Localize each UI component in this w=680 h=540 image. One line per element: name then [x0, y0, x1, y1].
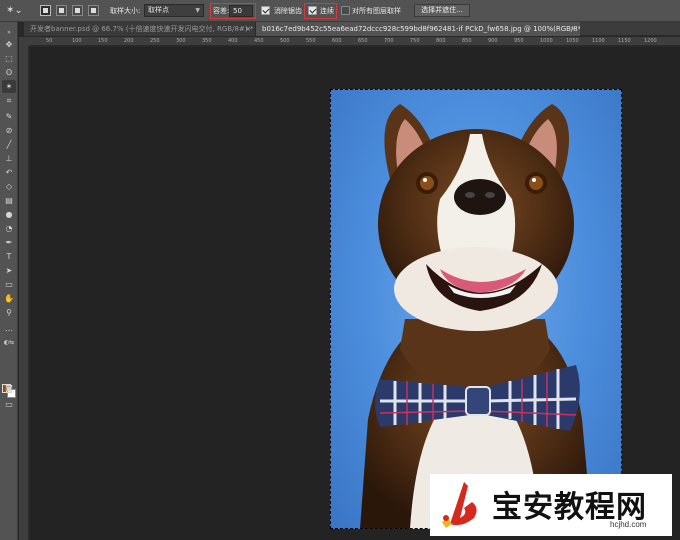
eraser-tool-icon[interactable]: ◇	[2, 180, 16, 193]
ruler-tick-label: 350	[202, 38, 212, 44]
ruler-tick-label: 650	[358, 38, 368, 44]
ruler-tick-label: 1150	[618, 38, 631, 44]
swap-colors-icon[interactable]: ◐⇆	[2, 336, 16, 349]
ruler-tick-label: 250	[150, 38, 160, 44]
chevron-down-icon: ▼	[195, 7, 200, 14]
ruler-tick-label: 500	[280, 38, 290, 44]
ruler-tick-label: 300	[176, 38, 186, 44]
dog-illustration	[360, 104, 592, 529]
ruler-tick-label: 550	[306, 38, 316, 44]
ruler-tick-label: 100	[72, 38, 82, 44]
ruler-tick-label: 1100	[592, 38, 605, 44]
options-bar: ✶⌄ 取样大小: 取样点 ▼ 容差: 50 消除锯齿 连续 对所有图层取样 选择…	[0, 0, 680, 22]
horizontal-ruler: 50 100 150 200 250 300 350 400 450 500 550 600 650 70…	[30, 37, 680, 46]
dog-photo[interactable]	[330, 89, 622, 529]
add-selection-button[interactable]	[56, 5, 67, 16]
quick-mask-icon[interactable]: ◙	[2, 382, 16, 395]
ruler-tick-label: 600	[332, 38, 342, 44]
contiguous-label: 连续	[320, 7, 334, 15]
type-tool-icon[interactable]: T	[2, 250, 16, 263]
new-selection-button[interactable]	[40, 5, 51, 16]
watermark-url: hcjhd.com	[610, 520, 647, 529]
sample-all-layers-label: 对所有图层取样	[352, 7, 401, 15]
ruler-tick-label: 150	[98, 38, 108, 44]
pen-tool-icon[interactable]: ✒	[2, 236, 16, 249]
marquee-tool-icon[interactable]: ⬚	[2, 52, 16, 65]
antialias-label: 消除锯齿	[274, 7, 302, 15]
antialias-checkbox[interactable]	[261, 6, 270, 15]
stamp-tool-icon[interactable]: ⊥	[2, 152, 16, 165]
magic-wand-tool-icon[interactable]: ✶	[2, 80, 16, 93]
ruler-tick-label: 800	[436, 38, 446, 44]
sample-all-layers-checkbox[interactable]	[341, 6, 350, 15]
more-tools-icon[interactable]: …	[2, 322, 16, 335]
contiguous-checkbox[interactable]	[308, 6, 317, 15]
ruler-tick-label: 400	[228, 38, 238, 44]
ruler-tick-label: 200	[124, 38, 134, 44]
eyedropper-tool-icon[interactable]: ✎	[2, 110, 16, 123]
ruler-tick-label: 850	[462, 38, 472, 44]
document-tabs: 开发者banner.psd @ 66.7% (十倍速度快速开发闪电交付, RGB…	[24, 22, 680, 36]
watermark: 宝安教程网 hcjhd.com	[430, 474, 672, 536]
tools-panel: » ✥ ⬚ ʘ ✶ ⌗ ✎ ⊘ ╱ ⊥ ↶ ◇ ▤ ● ◔ ✒ T ➤ ▭ ✋ …	[0, 22, 18, 540]
history-brush-icon[interactable]: ↶	[2, 166, 16, 179]
crop-tool-icon[interactable]: ⌗	[2, 94, 16, 107]
site-logo	[442, 482, 477, 528]
select-and-mask-button[interactable]: 选择并遮住...	[414, 4, 470, 17]
ruler-tick-label: 1000	[540, 38, 553, 44]
brush-tool-icon[interactable]: ╱	[2, 138, 16, 151]
ruler-tick-label: 700	[384, 38, 394, 44]
zoom-tool-icon[interactable]: ⚲	[2, 306, 16, 319]
magic-wand-icon[interactable]: ✶⌄	[6, 4, 24, 18]
ruler-tick-label: 1200	[644, 38, 657, 44]
photoshop-window: ✶⌄ 取样大小: 取样点 ▼ 容差: 50 消除锯齿 连续 对所有图层取样 选择…	[0, 0, 680, 540]
close-icon[interactable]: ×	[245, 22, 251, 36]
lasso-tool-icon[interactable]: ʘ	[2, 66, 16, 79]
ruler-tick-label: 50	[46, 38, 53, 44]
ruler-tick-label: 750	[410, 38, 420, 44]
ruler-tick-label: 450	[254, 38, 264, 44]
tolerance-input[interactable]: 50	[229, 5, 253, 17]
gradient-tool-icon[interactable]: ▤	[2, 194, 16, 207]
rectangle-tool-icon[interactable]: ▭	[2, 278, 16, 291]
ruler-tick-label: 1050	[566, 38, 579, 44]
vertical-ruler	[19, 46, 29, 540]
ruler-tick-label: 900	[488, 38, 498, 44]
tolerance-label: 容差:	[213, 7, 230, 15]
sample-size-select[interactable]: 取样点 ▼	[144, 4, 204, 17]
healing-brush-icon[interactable]: ⊘	[2, 124, 16, 137]
move-tool-icon[interactable]: ✥	[2, 38, 16, 51]
ruler-corner	[19, 37, 30, 46]
intersect-selection-button[interactable]	[88, 5, 99, 16]
ruler-tick-label: 950	[514, 38, 524, 44]
tab-banner-psd[interactable]: 开发者banner.psd @ 66.7% (十倍速度快速开发闪电交付, RGB…	[24, 22, 256, 36]
subtract-selection-button[interactable]	[72, 5, 83, 16]
hand-tool-icon[interactable]: ✋	[2, 292, 16, 305]
sample-size-label: 取样大小:	[110, 7, 141, 15]
blur-tool-icon[interactable]: ●	[2, 208, 16, 221]
path-select-icon[interactable]: ➤	[2, 264, 16, 277]
dodge-tool-icon[interactable]: ◔	[2, 222, 16, 235]
tab-dog-jpg[interactable]: b016c7ed9b452c55ea6ead72dccc928c599bd8f9…	[256, 22, 580, 36]
screen-mode-icon[interactable]: ▭	[2, 398, 16, 411]
close-icon[interactable]: ×	[570, 22, 576, 36]
